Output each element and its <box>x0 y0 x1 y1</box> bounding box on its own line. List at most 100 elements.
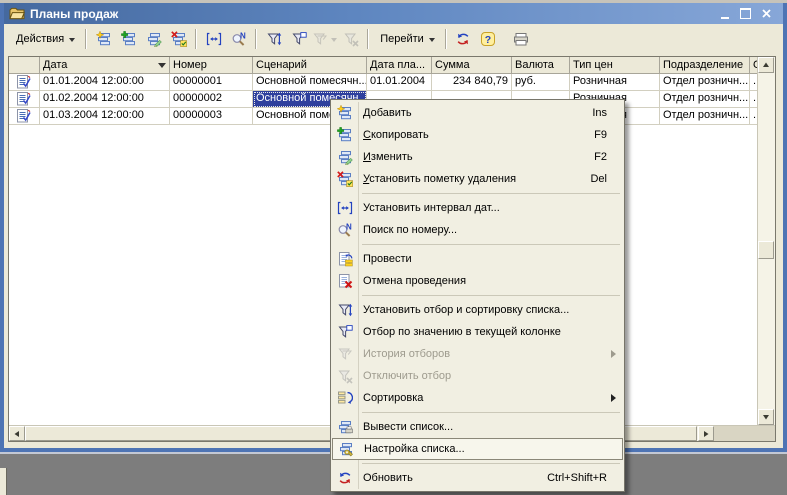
add-icon <box>96 31 112 47</box>
vertical-scrollbar[interactable] <box>757 57 775 425</box>
titlebar[interactable]: Планы продаж <box>4 3 783 24</box>
cell-number[interactable]: 00000001 <box>170 74 253 91</box>
toolbar-edit-button[interactable] <box>141 28 166 50</box>
menu-item-shortcut: F2 <box>594 151 619 163</box>
column-header-plan_date[interactable]: Дата пла... <box>367 57 432 74</box>
toolbar-set-filter-and-sort-button[interactable] <box>261 28 286 50</box>
menu-item-post[interactable]: Провести <box>332 248 623 270</box>
cell-number[interactable]: 00000003 <box>170 108 253 125</box>
menu-item-shortcut: Del <box>590 173 619 185</box>
dropdown-arrow-icon <box>331 38 337 45</box>
toolbar-help-button[interactable]: ? <box>476 28 501 50</box>
filter-sort-icon <box>333 302 357 318</box>
refresh-icon <box>455 31 471 47</box>
menu-item-search-by-number[interactable]: NПоиск по номеру... <box>332 219 623 241</box>
cell-department[interactable]: Отдел розничн... <box>660 91 750 108</box>
menu-item-cancel-posting[interactable]: Отмена проведения <box>332 270 623 292</box>
menu-separator <box>362 244 620 245</box>
cell-date[interactable]: 01.02.2004 12:00:00 <box>40 91 170 108</box>
table-row[interactable]: 01.01.2004 12:00:0000000001Основной поме… <box>9 74 775 91</box>
menu-item-list-settings[interactable]: Настройка списка... <box>332 438 623 460</box>
toolbar-print-button[interactable] <box>509 28 534 50</box>
scroll-up-button[interactable] <box>758 57 774 73</box>
menu-item-label: История отборов <box>363 348 450 360</box>
vertical-scroll-thumb[interactable] <box>758 241 774 259</box>
cell-icon[interactable] <box>9 108 40 125</box>
delete-icon <box>333 171 357 187</box>
toolbar-search-by-number-button[interactable]: N <box>226 28 251 50</box>
menu-item-label: Провести <box>363 253 412 265</box>
svg-text:N: N <box>240 32 246 41</box>
cell-date[interactable]: 01.01.2004 12:00:00 <box>40 74 170 91</box>
scroll-right-button[interactable] <box>698 426 714 441</box>
scroll-down-button[interactable] <box>758 409 774 425</box>
toolbar-copy-button[interactable] <box>116 28 141 50</box>
toolbar: Действия N Перейти? <box>4 24 783 54</box>
minimize-button[interactable] <box>717 7 732 21</box>
column-header-number[interactable]: Номер <box>170 57 253 74</box>
toolbar-filter-by-column-value-button[interactable] <box>286 28 311 50</box>
menu-item-copy[interactable]: СкопироватьF9 <box>332 124 623 146</box>
toolbar-set-deletion-mark-button[interactable] <box>166 28 191 50</box>
cell-number[interactable]: 00000002 <box>170 91 253 108</box>
menu-item-set-filter-and-sort[interactable]: Установить отбор и сортировку списка... <box>332 299 623 321</box>
toolbar-actions-button[interactable]: Действия <box>9 28 81 50</box>
cell-department[interactable]: Отдел розничн... <box>660 74 750 91</box>
menu-item-label: Отключить отбор <box>363 370 451 382</box>
cell-currency[interactable]: руб. <box>512 74 570 91</box>
menu-item-set-deletion-mark[interactable]: Установить пометку удаленияDel <box>332 168 623 190</box>
column-header-price_type[interactable]: Тип цен <box>570 57 660 74</box>
cell-plan_date[interactable]: 01.01.2004 <box>367 74 432 91</box>
close-button[interactable] <box>759 7 774 21</box>
column-header-scenario[interactable]: Сценарий <box>253 57 367 74</box>
cell-date[interactable]: 01.03.2004 12:00:00 <box>40 108 170 125</box>
dropdown-arrow-icon <box>429 38 435 45</box>
toolbar-separator <box>195 29 197 49</box>
toolbar-set-date-interval-button[interactable] <box>201 28 226 50</box>
column-header-label: Валюта <box>515 59 554 71</box>
menu-item-filter-by-column-value[interactable]: Отбор по значению в текущей колонке <box>332 321 623 343</box>
copy-icon <box>121 31 137 47</box>
menu-item-add[interactable]: ДобавитьIns <box>332 102 623 124</box>
background-window-sliver <box>0 468 7 495</box>
column-header-icon[interactable] <box>9 57 40 74</box>
menu-item-edit[interactable]: ИзменитьF2 <box>332 146 623 168</box>
toolbar-refresh-button[interactable] <box>451 28 476 50</box>
cell-price_type[interactable]: Розничная <box>570 74 660 91</box>
window-title: Планы продаж <box>30 7 118 21</box>
cell-department[interactable]: Отдел розничн... <box>660 108 750 125</box>
filter-column-icon <box>291 31 307 47</box>
menu-item-sort[interactable]: Сортировка <box>332 387 623 409</box>
column-header-currency[interactable]: Валюта <box>512 57 570 74</box>
menu-item-label: Отмена проведения <box>363 275 466 287</box>
cell-scenario[interactable]: Основной помесячн... <box>253 74 367 91</box>
cell-icon[interactable] <box>9 74 40 91</box>
filter-history-icon <box>312 31 328 47</box>
print-icon <box>513 31 529 47</box>
menu-item-shortcut: F9 <box>594 129 619 141</box>
refresh-icon <box>333 470 357 486</box>
maximize-button[interactable] <box>738 7 753 21</box>
menu-separator <box>362 295 620 296</box>
scroll-left-button[interactable] <box>9 426 25 441</box>
cell-sum[interactable]: 234 840,79 <box>432 74 512 91</box>
toolbar-goto-button[interactable]: Перейти <box>373 28 441 50</box>
menu-item-set-date-interval[interactable]: Установить интервал дат... <box>332 197 623 219</box>
menu-item-label: Установить интервал дат... <box>363 202 500 214</box>
column-header-label: Номер <box>173 59 207 71</box>
toolbar-add-button[interactable] <box>91 28 116 50</box>
dropdown-arrow-icon <box>69 38 75 45</box>
toolbar-separator <box>445 29 447 49</box>
menu-item-filter-history: История отборов <box>332 343 623 365</box>
sort-icon <box>333 390 357 406</box>
menu-item-output-list[interactable]: Вывести список... <box>332 416 623 438</box>
filter-sort-icon <box>266 31 282 47</box>
column-header-department[interactable]: Подразделение <box>660 57 750 74</box>
menu-item-refresh[interactable]: ОбновитьCtrl+Shift+R <box>332 467 623 489</box>
cell-icon[interactable] <box>9 91 40 108</box>
menu-item-label: Добавить <box>363 107 412 119</box>
column-header-label: Дата <box>43 59 67 71</box>
column-header-date[interactable]: Дата <box>40 57 170 74</box>
menu-item-shortcut: Ctrl+Shift+R <box>547 472 619 484</box>
column-header-sum[interactable]: Сумма <box>432 57 512 74</box>
